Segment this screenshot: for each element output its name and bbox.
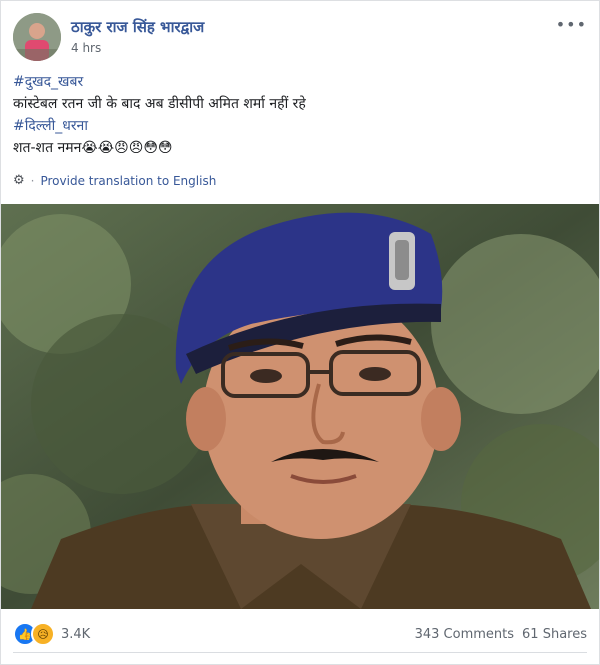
shares-count[interactable]: 61 Shares	[522, 627, 587, 642]
author-name[interactable]: ठाकुर राज सिंह भारद्वाज	[71, 17, 204, 37]
translation-link[interactable]: ⚙ · Provide translation to English	[13, 173, 216, 188]
hashtag-dukhad-khabar[interactable]: #दुखद_खबर	[13, 71, 587, 93]
more-icon[interactable]: •••	[556, 15, 587, 34]
post-header: ठाकुर राज सिंह भारद्वाज 4 hrs •••	[13, 13, 587, 63]
separator-dot: ·	[30, 173, 35, 188]
hashtag-delhi-dharna[interactable]: #दिल्ली_धरना	[13, 115, 587, 137]
post-card: ठाकुर राज सिंह भारद्वाज 4 hrs ••• #दुखद_…	[0, 0, 600, 665]
post-footer: 👍 😥 3.4K 343 Comments 61 Shares	[13, 619, 587, 649]
post-timestamp[interactable]: 4 hrs	[71, 41, 101, 55]
avatar[interactable]	[13, 13, 61, 61]
footer-divider	[13, 652, 587, 653]
post-line: कांस्टेबल रतन जी के बाद अब डीसीपी अमित श…	[13, 96, 306, 112]
post-line-tribute: शत-शत नमन😭😭😠😠😳😳	[13, 137, 587, 159]
comments-count[interactable]: 343 Comments	[415, 627, 514, 642]
avatar-image	[13, 13, 61, 61]
sad-reaction-icon: 😥	[31, 622, 55, 646]
post-photo[interactable]	[1, 204, 599, 609]
gear-icon: ⚙	[13, 173, 25, 188]
emoji-row: 😭😭😠😠😳😳	[81, 140, 173, 156]
officer-portrait-image	[1, 204, 599, 609]
engagement-stats: 343 Comments 61 Shares	[415, 627, 587, 642]
translation-label[interactable]: Provide translation to English	[40, 174, 216, 188]
post-text: #दुखद_खबर कांस्टेबल रतन जी के बाद अब डीस…	[13, 71, 587, 159]
tribute-text: शत-शत नमन	[13, 140, 82, 156]
reaction-count[interactable]: 3.4K	[61, 627, 90, 642]
reaction-summary[interactable]: 👍 😥 3.4K	[13, 622, 90, 646]
